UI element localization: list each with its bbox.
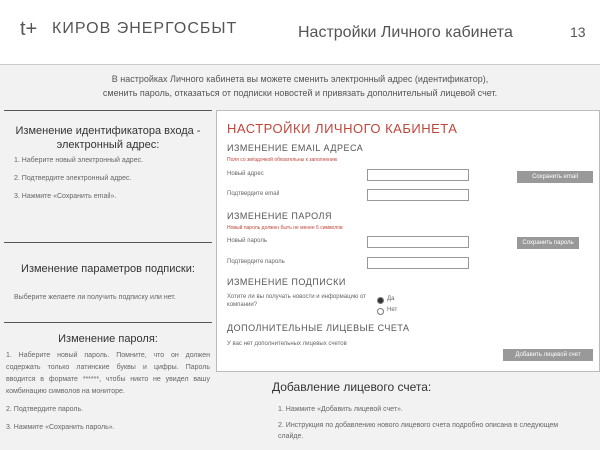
subscription-section-title: ИЗМЕНЕНИЕ ПОДПИСКИ xyxy=(227,277,346,287)
password-field[interactable] xyxy=(367,236,469,248)
list-item: 1. Наберите новый пароль. Помните, что о… xyxy=(6,352,210,395)
divider xyxy=(4,322,212,323)
divider xyxy=(4,242,212,243)
password-note: Новый пароль должен быть не менее 6 симв… xyxy=(227,225,343,231)
panel-title: НАСТРОЙКИ ЛИЧНОГО КАБИНЕТА xyxy=(227,121,458,136)
subscription-question: Хотите ли вы получать новости и информац… xyxy=(227,294,366,308)
list-item: 1. Наберите новый электронный адрес. xyxy=(14,157,144,164)
settings-panel: НАСТРОЙКИ ЛИЧНОГО КАБИНЕТА ИЗМЕНЕНИЕ EMA… xyxy=(216,110,600,372)
list-item: 3. Нажмите «Сохранить пароль». xyxy=(6,424,115,431)
password-confirm-label: Подтвердите пароль xyxy=(227,259,285,265)
page-title: Настройки Личного кабинета xyxy=(298,24,513,41)
intro-line-1: В настройках Личного кабинета вы можете … xyxy=(111,74,489,84)
accounts-text: У вас нет дополнительных лицевых счетов xyxy=(227,341,347,347)
change-id-title: Изменение идентификатора входа - электро… xyxy=(15,125,201,151)
email-note: Поля со звёздочкой обязательны к заполне… xyxy=(227,157,338,163)
page-number: 13 xyxy=(570,24,586,40)
intro-line-2: сменить пароль, отказаться от подписки н… xyxy=(102,88,498,98)
brand-name: КИРОВ ЭНЕРГОСБЫТ xyxy=(52,20,238,37)
email-section-title: ИЗМЕНЕНИЕ EMAIL АДРЕСА xyxy=(227,143,364,153)
list-item: 2. Подтвердите электронный адрес. xyxy=(14,175,132,182)
list-item: 3. Нажмите «Сохранить email». xyxy=(14,193,117,200)
password-label: Новый пароль xyxy=(227,238,267,244)
list-item: 2. Подтвердите пароль. xyxy=(6,406,84,413)
password-section-title: ИЗМЕНЕНИЕ ПАРОЛЯ xyxy=(227,211,332,221)
add-account-step-2: 2. Инструкция по добавлению нового лицев… xyxy=(278,422,559,440)
email-field[interactable] xyxy=(367,169,469,181)
radio-yes-label: Да xyxy=(387,296,395,302)
subscription-title: Изменение параметров подписки: xyxy=(21,263,195,275)
radio-yes[interactable] xyxy=(377,297,384,304)
add-account-button[interactable]: Добавить лицевой счет xyxy=(503,349,593,361)
email-confirm-field[interactable] xyxy=(367,189,469,201)
email-label: Новый адрес xyxy=(227,171,264,177)
email-confirm-label: Подтвердите email xyxy=(227,191,280,197)
subscription-text: Выберите желаете ли получить подписку ил… xyxy=(14,294,176,301)
radio-no[interactable] xyxy=(377,308,384,315)
accounts-section-title: ДОПОЛНИТЕЛЬНЫЕ ЛИЦЕВЫЕ СЧЕТА xyxy=(227,323,410,333)
password-confirm-field[interactable] xyxy=(367,257,469,269)
password-steps: 1. Наберите новый пароль. Помните, что о… xyxy=(6,350,210,434)
add-account-step-1: 1. Нажмите «Добавить лицевой счет». xyxy=(278,406,403,413)
password-title: Изменение пароля: xyxy=(58,333,158,345)
divider xyxy=(4,110,212,111)
change-id-steps: 1. Наберите новый электронный адрес. 2. … xyxy=(14,155,204,203)
add-account-title: Добавление лицевого счета: xyxy=(272,380,432,394)
save-password-button[interactable]: Сохранить пароль xyxy=(517,237,579,249)
radio-no-label: Нет xyxy=(387,307,398,313)
intro-text: В настройках Личного кабинета вы можете … xyxy=(40,72,560,100)
logo-icon: t+ xyxy=(20,18,38,40)
save-email-button[interactable]: Сохранить email xyxy=(517,171,593,183)
